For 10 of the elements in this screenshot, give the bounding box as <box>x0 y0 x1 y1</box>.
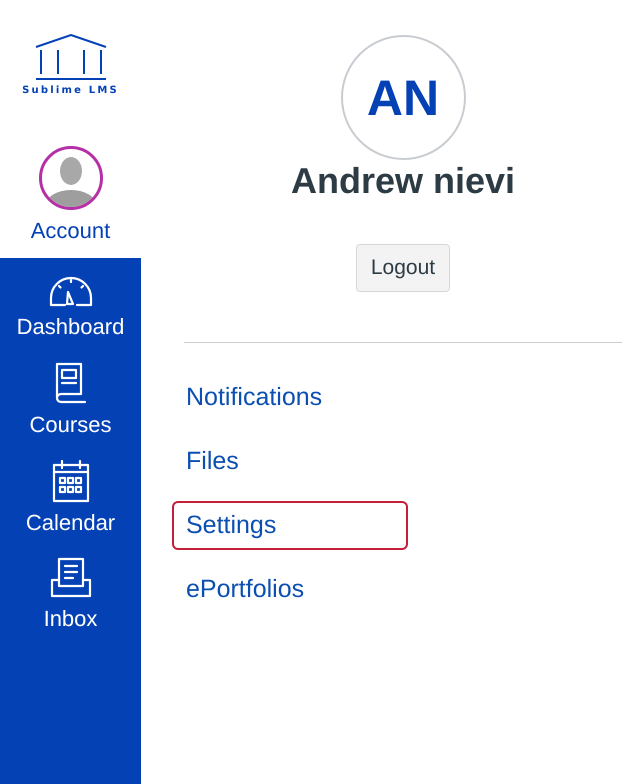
account-link[interactable]: Settings <box>172 501 408 550</box>
avatar-initials: AN <box>340 35 466 160</box>
account-link[interactable]: Files <box>172 437 408 486</box>
calendar-icon <box>50 458 90 504</box>
account-link[interactable]: ePortfolios <box>172 565 408 614</box>
user-name: Andrew nievi <box>290 160 516 202</box>
logout-button[interactable]: Logout <box>356 244 450 292</box>
account-link[interactable]: Notifications <box>172 373 408 422</box>
logo-text: Sublime LMS <box>22 85 119 96</box>
logo-icon <box>34 34 106 80</box>
